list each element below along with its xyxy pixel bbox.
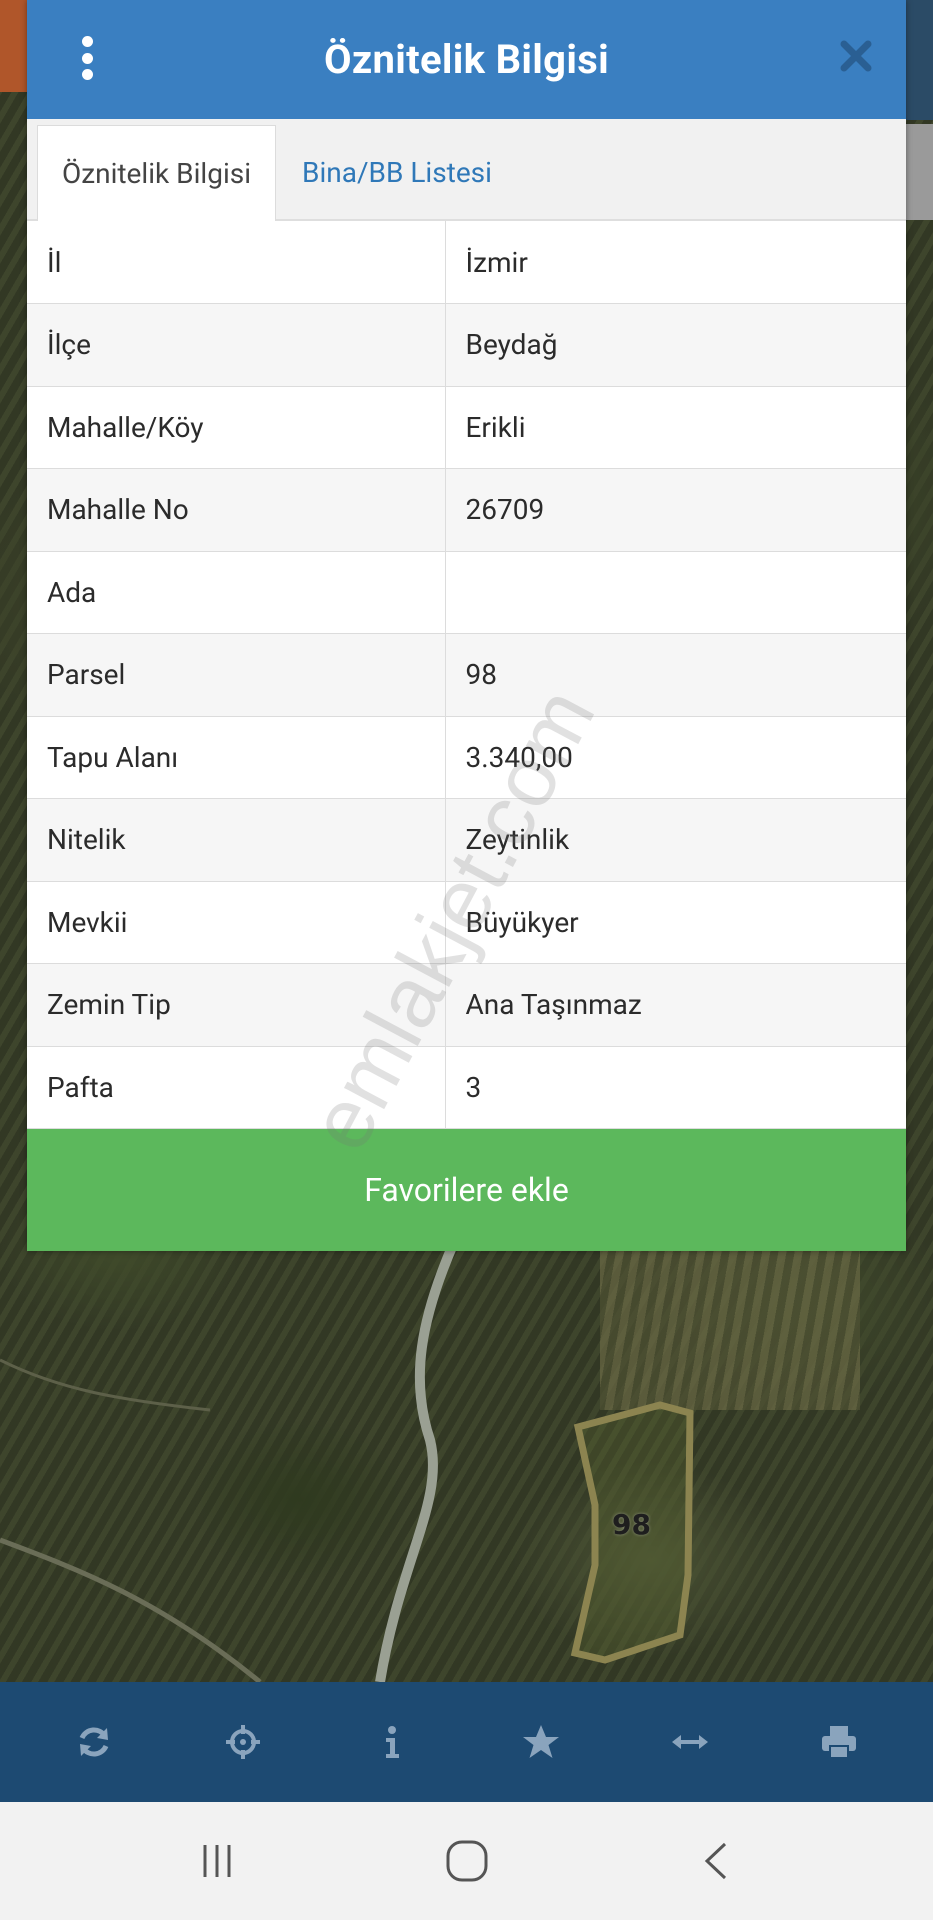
attribute-value: 3.340,00 [445, 716, 906, 799]
tab-building-list[interactable]: Bina/BB Listesi [280, 125, 514, 219]
parcel-label: 98 [612, 1508, 651, 1541]
background-strip [0, 0, 27, 92]
map-toolbar [0, 1682, 933, 1802]
attribute-table: İl İzmir İlçe Beydağ Mahalle/Köy Erikli Mah… [27, 221, 906, 1129]
attribute-key: İlçe [27, 303, 446, 387]
refresh-icon [80, 1727, 109, 1757]
locate-button[interactable] [203, 1702, 283, 1782]
attribute-key: Parsel [27, 633, 446, 717]
tab-bar: Öznitelik Bilgisi Bina/BB Listesi [27, 119, 906, 221]
back-button[interactable] [687, 1831, 747, 1891]
attribute-value: 3 [445, 1046, 906, 1129]
print-button[interactable] [799, 1702, 879, 1782]
recent-apps-button[interactable] [187, 1831, 247, 1891]
recent-apps-icon [203, 1845, 230, 1877]
table-row: Ada [27, 551, 906, 634]
attribute-key: Mahalle/Köy [27, 386, 446, 469]
attribute-key: Nitelik [27, 798, 446, 882]
kebab-menu-icon[interactable] [77, 36, 97, 80]
attribute-key: Ada [27, 551, 446, 634]
table-row: Mahalle No 26709 [27, 468, 906, 552]
refresh-button[interactable] [54, 1702, 134, 1782]
home-icon [446, 1840, 487, 1882]
attribute-value: İzmir [445, 221, 906, 304]
locate-icon [226, 1725, 261, 1759]
scrollbar-thumb[interactable] [906, 124, 933, 220]
info-button[interactable] [352, 1702, 432, 1782]
attribute-key: Tapu Alanı [27, 716, 446, 799]
info-icon [386, 1726, 400, 1758]
table-row: Zemin Tip Ana Taşınmaz [27, 963, 906, 1047]
attribute-value: Büyükyer [445, 881, 906, 964]
dialog-header: Öznitelik Bilgisi [27, 0, 906, 119]
attribute-key: Mahalle No [27, 468, 446, 552]
dialog-title: Öznitelik Bilgisi [324, 36, 609, 83]
attribute-dialog: Öznitelik Bilgisi Öznitelik Bilgisi Bina… [27, 0, 906, 1251]
system-navigation-bar [0, 1802, 933, 1920]
attribute-value: Zeytinlik [445, 798, 906, 882]
attribute-value: 26709 [445, 468, 906, 552]
attribute-key: Mevkii [27, 881, 446, 964]
attribute-key: Pafta [27, 1046, 446, 1129]
tab-attribute-info[interactable]: Öznitelik Bilgisi [37, 125, 276, 221]
attribute-value: Ana Taşınmaz [445, 963, 906, 1047]
attribute-key: Zemin Tip [27, 963, 446, 1047]
print-icon [821, 1726, 856, 1759]
star-icon [522, 1725, 559, 1758]
table-row: Mahalle/Köy Erikli [27, 386, 906, 469]
table-row: Nitelik Zeytinlik [27, 798, 906, 882]
add-to-favorites-button[interactable]: Favorilere ekle [27, 1129, 906, 1251]
table-row: Pafta 3 [27, 1046, 906, 1129]
table-row: İl İzmir [27, 221, 906, 304]
table-row: Tapu Alanı 3.340,00 [27, 716, 906, 799]
table-row: Mevkii Büyükyer [27, 881, 906, 964]
measure-icon [671, 1735, 708, 1749]
attribute-key: İl [27, 221, 446, 304]
attribute-value: Erikli [445, 386, 906, 469]
attribute-value: Beydağ [445, 303, 906, 387]
background-strip-right [906, 0, 933, 120]
attribute-value [445, 551, 906, 634]
table-row: İlçe Beydağ [27, 303, 906, 387]
attribute-value: 98 [445, 633, 906, 717]
close-icon[interactable] [836, 36, 876, 76]
map-road [0, 1240, 460, 1682]
back-icon [704, 1842, 726, 1880]
measure-button[interactable] [650, 1702, 730, 1782]
home-button[interactable] [437, 1831, 497, 1891]
table-row: Parsel 98 [27, 633, 906, 717]
favorites-button[interactable] [501, 1702, 581, 1782]
